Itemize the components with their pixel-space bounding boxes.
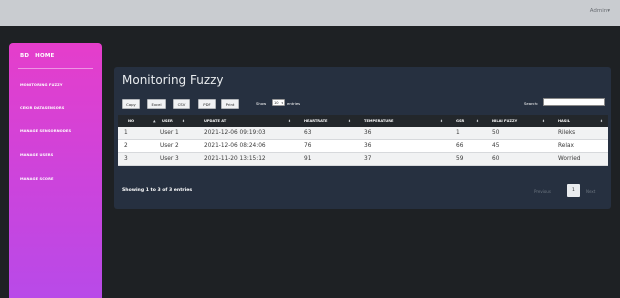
pagination-previous[interactable]: Previous	[534, 189, 551, 194]
cell-user: User 1	[160, 130, 179, 136]
entries-per-page-select[interactable]: 10 ▾	[272, 99, 285, 106]
pagination-next[interactable]: Next	[586, 189, 595, 194]
sort-asc-icon: ▲	[153, 119, 156, 123]
cell-hasil: Relax	[558, 143, 574, 149]
sidebar-item-manage-users[interactable]: MANAGE USERS	[20, 153, 53, 157]
sidebar: BD HOME MONITORING FUZZY CEKIR DATASENSOR…	[9, 43, 102, 298]
cell-gsr: 1	[456, 130, 460, 136]
col-header-hasil-label: HASIL	[558, 119, 571, 123]
data-table: NO ▲ USER ⬍ UPDATE AT ⬍ HEARTRATE ⬍ TEMP…	[118, 115, 608, 166]
col-header-user-label: USER	[162, 119, 173, 123]
chevron-down-icon: ▾	[281, 100, 283, 105]
sort-both-icon: ⬍	[182, 119, 185, 123]
sidebar-item-manage-score[interactable]: MANAGE SCORE	[20, 177, 54, 181]
page-title: Monitoring Fuzzy	[122, 73, 224, 87]
pagination-page-1[interactable]: 1	[567, 184, 580, 197]
top-navbar: Admin▾	[0, 0, 620, 26]
search-input[interactable]	[543, 98, 605, 106]
col-header-nilai-fuzzy-label: NILAI FUZZY	[492, 119, 518, 123]
sort-both-icon: ⬍	[348, 119, 351, 123]
col-header-no-label: NO	[128, 119, 135, 123]
cell-nilai-fuzzy: 60	[492, 156, 500, 162]
user-menu-dropdown[interactable]: Admin▾	[590, 8, 610, 14]
cell-hasil: Rileks	[558, 130, 576, 136]
col-header-nilai-fuzzy[interactable]: NILAI FUZZY ⬍	[482, 119, 548, 123]
sidebar-item-monitoring-fuzzy[interactable]: MONITORING FUZZY	[20, 83, 63, 87]
table-header-row: NO ▲ USER ⬍ UPDATE AT ⬍ HEARTRATE ⬍ TEMP…	[118, 115, 608, 127]
table-row: 3 User 3 2021-11-20 13:15:12 91 37 59 60…	[118, 153, 608, 166]
excel-button[interactable]: Excel	[147, 99, 166, 109]
csv-button[interactable]: CSV	[173, 99, 190, 109]
sort-both-icon: ⬍	[476, 119, 479, 123]
entries-per-page-value: 10	[274, 100, 279, 105]
cell-no: 1	[124, 130, 128, 136]
print-button[interactable]: Print	[221, 99, 239, 109]
cell-temperature: 36	[364, 143, 372, 149]
cell-temperature: 37	[364, 156, 372, 162]
cell-gsr: 59	[456, 156, 464, 162]
cell-user: User 3	[160, 156, 179, 162]
table-row: 2 User 2 2021-12-06 08:24:06 76 36 66 45…	[118, 140, 608, 153]
col-header-gsr[interactable]: GSR ⬍	[446, 119, 482, 123]
cell-nilai-fuzzy: 45	[492, 143, 500, 149]
cell-hasil: Worried	[558, 156, 581, 162]
cell-heartrate: 91	[304, 156, 312, 162]
col-header-heartrate[interactable]: HEARTRATE ⬍	[294, 119, 354, 123]
col-header-no[interactable]: NO	[118, 119, 142, 123]
cell-user: User 2	[160, 143, 179, 149]
cell-update-at: 2021-12-06 09:19:03	[204, 130, 266, 136]
sidebar-divider	[18, 68, 93, 69]
cell-heartrate: 63	[304, 130, 312, 136]
col-header-hasil[interactable]: HASIL ⬍	[548, 119, 608, 123]
search-label: Search:	[524, 101, 539, 106]
show-label: Show	[256, 101, 267, 106]
sort-both-icon: ⬍	[600, 119, 603, 123]
sidebar-brand[interactable]: BD HOME	[20, 53, 60, 59]
col-header-update-at[interactable]: UPDATE AT ⬍	[188, 119, 294, 123]
col-header-update-at-label: UPDATE AT	[204, 119, 227, 123]
sidebar-item-manage-sensornodes[interactable]: MANAGE SENSORNODES	[20, 129, 71, 133]
sort-both-icon: ⬍	[542, 119, 545, 123]
table-row: 1 User 1 2021-12-06 09:19:03 63 36 1 50 …	[118, 127, 608, 140]
copy-button[interactable]: Copy	[122, 99, 140, 109]
pdf-button[interactable]: PDF	[198, 99, 216, 109]
brand-home: HOME	[35, 53, 55, 59]
cell-update-at: 2021-11-20 13:15:12	[204, 156, 266, 162]
sort-both-icon: ⬍	[440, 119, 443, 123]
col-header-user[interactable]: ▲ USER ⬍	[142, 119, 188, 123]
cell-no: 3	[124, 156, 128, 162]
cell-heartrate: 76	[304, 143, 312, 149]
sidebar-item-cekir-datasensors[interactable]: CEKIR DATASENSORS	[20, 106, 64, 110]
sort-both-icon: ⬍	[288, 119, 291, 123]
col-header-gsr-label: GSR	[456, 119, 465, 123]
entries-label: entries	[287, 101, 301, 106]
cell-temperature: 36	[364, 130, 372, 136]
cell-no: 2	[124, 143, 128, 149]
cell-nilai-fuzzy: 50	[492, 130, 500, 136]
monitoring-panel: Monitoring Fuzzy Copy Excel CSV PDF Prin…	[114, 67, 611, 209]
col-header-temperature-label: TEMPERATURE	[364, 119, 394, 123]
col-header-heartrate-label: HEARTRATE	[304, 119, 328, 123]
table-info: Showing 1 to 3 of 3 entries	[122, 188, 193, 193]
col-header-temperature[interactable]: TEMPERATURE ⬍	[354, 119, 446, 123]
cell-update-at: 2021-12-06 08:24:06	[204, 143, 266, 149]
cell-gsr: 66	[456, 143, 464, 149]
brand-short: BD	[20, 53, 30, 59]
